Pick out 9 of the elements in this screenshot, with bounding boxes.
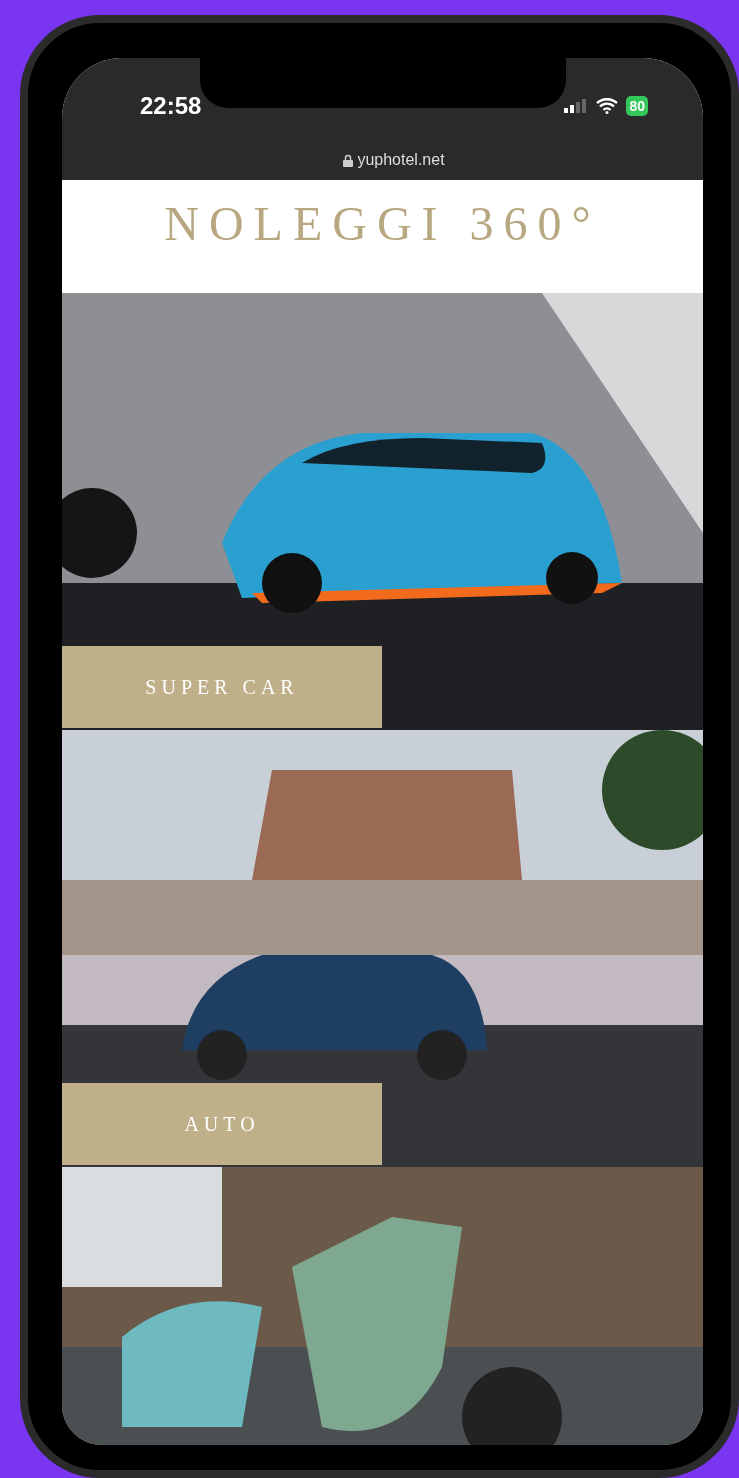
lock-icon bbox=[343, 153, 354, 167]
category-label[interactable]: AUTO bbox=[62, 1083, 382, 1165]
wifi-icon bbox=[596, 98, 619, 114]
battery-level: 80 bbox=[626, 96, 648, 116]
signal-icon bbox=[564, 99, 589, 113]
site-title: NOLEGGI 360° bbox=[164, 196, 601, 252]
category-label[interactable]: SUPER CAR bbox=[62, 646, 382, 728]
status-time: 22:58 bbox=[140, 91, 202, 121]
url-text[interactable]: yuphotel.net bbox=[357, 148, 445, 172]
